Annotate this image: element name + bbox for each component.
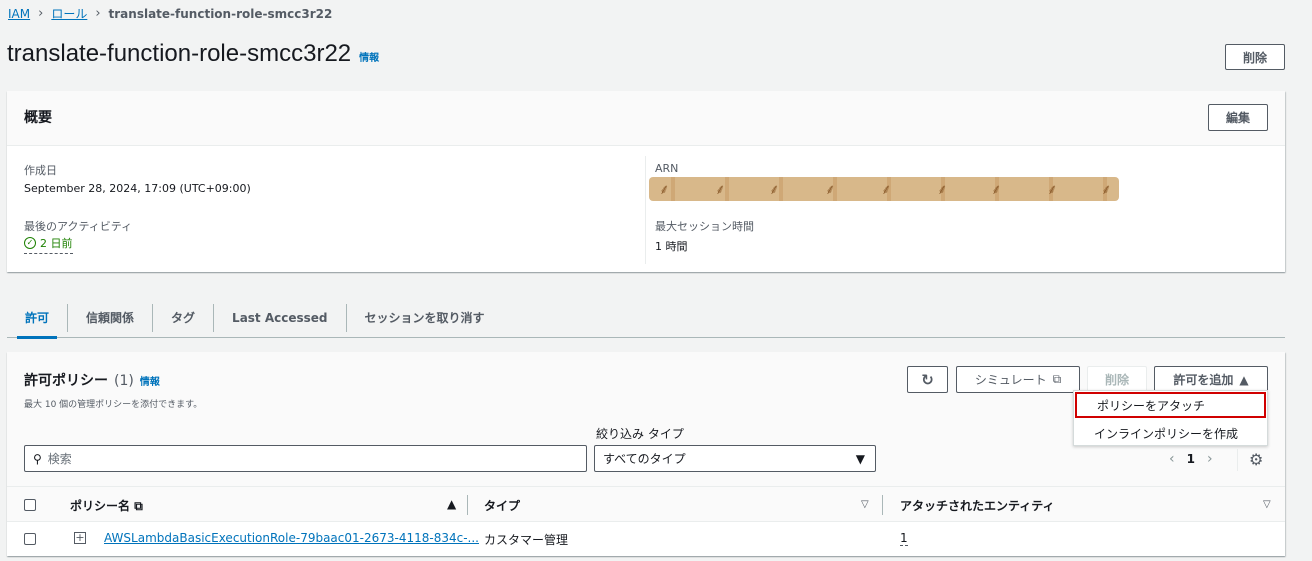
type-filter-select[interactable]: すべてのタイプ ▼ [594,445,876,472]
column-header-entities[interactable]: アタッチされたエンティティ [900,497,1055,514]
expand-icon[interactable]: + [74,532,86,544]
tab-permissions[interactable]: 許可 [7,304,67,339]
search-icon: ⚲ [33,451,42,466]
summary-title: 概要 [24,110,52,126]
summary-card: 概要 編集 作成日 September 28, 2024, 17:09 (UTC… [7,91,1285,272]
pagination: ‹ 1 › [1169,451,1213,467]
role-tabs: 許可 信頼関係 タグ Last Accessed セッションを取り消す [7,298,1285,339]
arn-label: ARN [655,162,679,175]
breadcrumb: IAM › ロール › translate-function-role-smcc… [8,5,332,22]
redaction-mark-icon: ⸙ [881,182,892,198]
chevron-right-icon[interactable]: › [1207,451,1213,467]
external-link-icon: ⧉ [1052,372,1062,386]
divider [1237,449,1238,471]
chevron-right-icon: › [95,6,101,21]
max-session-value: 1 時間 [655,240,688,253]
summary-header: 概要 編集 [7,91,1285,146]
delete-role-button[interactable]: 削除 [1225,44,1285,70]
permission-policies-card: 許可ポリシー (1) 情報 最大 10 個の管理ポリシーを添付できます。 ↻ シ… [7,352,1285,556]
breadcrumb-iam-link[interactable]: IAM [8,7,30,21]
tab-revoke-sessions[interactable]: セッションを取り消す [345,303,503,332]
arn-redacted-value: ⸙ ⸙ ⸙ ⸙ ⸙ ⸙ ⸙ ⸙ ⸙ [649,177,1119,201]
redaction-mark-icon: ⸙ [715,182,726,198]
search-field[interactable]: ⚲ [24,445,587,472]
menu-item-create-inline-policy[interactable]: インラインポリシーを作成 [1074,419,1267,447]
add-permissions-label: 許可を追加 [1173,373,1234,387]
caret-up-icon: ▲ [1239,372,1249,387]
chevron-right-icon: › [38,6,44,21]
table-row: + AWSLambdaBasicExecutionRole-79baac01-2… [7,522,1285,556]
external-link-icon: ⧉ [134,499,143,513]
page-number[interactable]: 1 [1187,452,1195,466]
policies-title: 許可ポリシー [24,373,108,389]
column-divider [645,156,646,264]
check-circle-icon: ✓ [24,237,36,249]
column-header-type[interactable]: タイプ [484,497,520,514]
delete-policy-button[interactable]: 削除 [1087,366,1147,393]
redaction-mark-icon: ⸙ [825,182,836,198]
row-checkbox[interactable] [24,533,36,545]
last-activity-label: 最後のアクティビティ [24,220,133,233]
policies-info-link[interactable]: 情報 [140,373,160,388]
caret-down-icon: ▼ [855,451,865,466]
policies-title-group: 許可ポリシー (1) 情報 [24,370,160,390]
page-title: translate-function-role-smcc3r22 [7,40,352,67]
type-filter-value: すべてのタイプ [603,452,686,466]
simulate-button[interactable]: シミュレート ⧉ [956,366,1080,393]
simulate-label: シミュレート [974,373,1047,387]
sort-icon[interactable]: ▽ [861,499,869,510]
refresh-icon: ↻ [921,370,934,389]
last-activity-value[interactable]: ✓ 2 日前 [24,235,73,254]
tab-trust-relationships[interactable]: 信頼関係 [67,303,152,332]
tab-tags[interactable]: タグ [152,303,213,332]
policy-type: カスタマー管理 [484,533,569,547]
last-activity-text: 2 日前 [40,237,73,250]
search-input[interactable] [47,451,548,466]
info-link[interactable]: 情報 [359,49,379,64]
edit-button[interactable]: 編集 [1208,104,1268,131]
gear-icon[interactable]: ⚙ [1249,450,1263,469]
breadcrumb-current: translate-function-role-smcc3r22 [108,6,333,21]
policies-count: (1) [114,373,134,389]
breadcrumb-roles-link[interactable]: ロール [51,5,87,22]
tab-last-accessed[interactable]: Last Accessed [213,303,345,332]
policies-subtitle: 最大 10 個の管理ポリシーを添付できます。 [24,400,203,410]
max-session-label: 最大セッション時間 [655,220,754,233]
redaction-mark-icon: ⸙ [991,182,1002,198]
column-divider [882,495,883,515]
table-header: ポリシー名 ⧉ ▲ タイプ ▽ アタッチされたエンティティ ▽ [7,486,1285,522]
created-value: September 28, 2024, 17:09 (UTC+09:00) [24,182,251,195]
sort-asc-icon[interactable]: ▲ [447,497,456,511]
redaction-mark-icon: ⸙ [1101,182,1112,198]
column-header-policy-name[interactable]: ポリシー名 ⧉ [70,497,143,514]
filter-type-label: 絞り込み タイプ [596,427,684,441]
add-permissions-button[interactable]: 許可を追加 ▲ [1154,366,1268,393]
policy-name-link[interactable]: AWSLambdaBasicExecutionRole-79baac01-267… [104,531,479,545]
redaction-mark-icon: ⸙ [769,182,780,198]
select-all-checkbox[interactable] [24,499,36,511]
page-header: translate-function-role-smcc3r22 情報 [7,40,379,68]
chevron-left-icon[interactable]: ‹ [1169,451,1175,467]
redaction-mark-icon: ⸙ [937,182,948,198]
column-divider [467,495,468,515]
menu-item-attach-policies[interactable]: ポリシーをアタッチ [1075,392,1266,418]
refresh-button[interactable]: ↻ [907,366,948,393]
redaction-mark-icon: ⸙ [1047,182,1058,198]
redaction-mark-icon: ⸙ [659,182,670,198]
sort-icon[interactable]: ▽ [1263,499,1271,510]
column-policy-name-label: ポリシー名 [70,499,131,513]
attached-entities[interactable]: 1 [900,531,908,546]
created-label: 作成日 [24,164,57,177]
add-permissions-menu: ポリシーをアタッチ インラインポリシーを作成 [1073,390,1268,446]
